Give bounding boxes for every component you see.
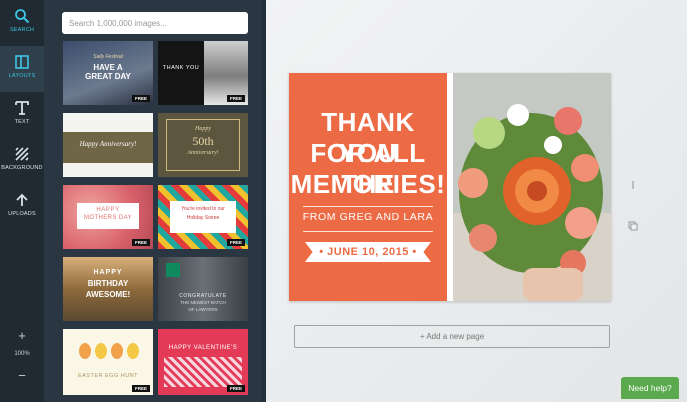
thumb-text: HAPPY xyxy=(96,207,120,213)
thumb-text: HAPPY VALENTINE'S xyxy=(168,345,238,351)
layout-thumb-50th-anniversary[interactable]: Happy 50th Anniversary! xyxy=(158,113,248,177)
thumb-text: Sally Festival xyxy=(93,54,123,60)
free-badge: FREE xyxy=(131,385,150,392)
layout-thumb-anniversary[interactable]: Happy Anniversary! xyxy=(63,113,153,177)
left-toolbar: SEARCH LAYOUTS TEXT BACKGROUND UPLOADS +… xyxy=(0,0,44,402)
zoom-out-button[interactable]: − xyxy=(12,366,32,386)
zoom-level: 100% xyxy=(14,351,30,357)
layout-thumb-holiday-soiree[interactable]: You're invited to our Holiday Soiree FRE… xyxy=(158,185,248,249)
tool-search[interactable]: SEARCH xyxy=(0,0,44,46)
design-page[interactable]: THANK YOU FOR ALL THE MEMORIES! FROM GRE… xyxy=(289,73,611,301)
thumb-text: BIRTHDAY xyxy=(87,279,129,288)
text-icon xyxy=(15,101,29,115)
divider-line xyxy=(303,231,433,232)
thumb-text: Happy Anniversary! xyxy=(79,140,137,148)
tool-search-label: SEARCH xyxy=(9,27,35,33)
egg-shape xyxy=(111,343,123,359)
tool-text[interactable]: TEXT xyxy=(0,92,44,138)
thumb-text: Anniversary! xyxy=(187,150,219,156)
page-up-icon[interactable] xyxy=(628,180,638,190)
layout-thumb-great-day[interactable]: Sally Festival HAVE A GREAT DAY FREE xyxy=(63,41,153,105)
tool-text-label: TEXT xyxy=(14,119,30,125)
design-heading-line-3[interactable]: MEMORIES! xyxy=(289,169,447,200)
tool-layouts-label: LAYOUTS xyxy=(8,73,36,79)
egg-shape xyxy=(127,343,139,359)
need-help-button[interactable]: Need help? xyxy=(621,377,679,399)
layouts-panel: Sally Festival HAVE A GREAT DAY FREE THA… xyxy=(44,0,266,402)
thumb-text: MOTHERS DAY xyxy=(84,215,132,221)
thumb-text: OF LAWYERS xyxy=(188,307,218,312)
layout-thumb-easter[interactable]: EASTER EGG HUNT FREE xyxy=(63,329,153,395)
thumb-text: CONGRATULATE xyxy=(179,293,227,299)
thumb-text: GREAT DAY xyxy=(85,72,131,81)
tool-uploads[interactable]: UPLOADS xyxy=(0,184,44,230)
background-icon xyxy=(15,147,29,161)
flower-bouquet-photo[interactable] xyxy=(453,73,611,301)
tool-background[interactable]: BACKGROUND xyxy=(0,138,44,184)
egg-shape xyxy=(79,343,91,359)
egg-shape xyxy=(95,343,107,359)
upload-arrow-icon xyxy=(16,193,28,206)
design-date-ribbon[interactable]: • JUNE 10, 2015 • xyxy=(305,242,431,262)
design-from-text[interactable]: FROM GREG AND LARA xyxy=(289,211,447,223)
layout-thumb-lawyers[interactable]: CONGRATULATE THE NEWEST BATCH OF LAWYERS xyxy=(158,257,248,321)
thumb-text: HAVE A xyxy=(93,63,123,72)
search-input[interactable] xyxy=(62,12,248,34)
bouquet-illustration xyxy=(453,73,611,301)
layout-thumb-valentines[interactable]: HAPPY VALENTINE'S FREE xyxy=(158,329,248,395)
tool-uploads-label: UPLOADS xyxy=(8,211,36,217)
thumb-pattern xyxy=(164,357,242,387)
free-badge: FREE xyxy=(226,239,245,246)
search-icon xyxy=(15,9,30,24)
thumb-text: THE NEWEST BATCH xyxy=(180,300,226,305)
thumb-text: AWESOME! xyxy=(85,290,131,299)
free-badge: FREE xyxy=(131,95,150,102)
thumb-text: EASTER EGG HUNT xyxy=(77,373,139,379)
thumb-text: 50th xyxy=(192,134,214,148)
layout-thumb-thank-you-bw[interactable]: THANK YOU FREE xyxy=(158,41,248,105)
tool-background-label: BACKGROUND xyxy=(1,165,43,171)
orange-text-block[interactable]: THANK YOU FOR ALL THE MEMORIES! FROM GRE… xyxy=(289,73,447,301)
thumb-text: HAPPY xyxy=(93,269,123,276)
thumb-logo-square xyxy=(166,263,180,277)
layout-thumb-mothers-day[interactable]: HAPPY MOTHERS DAY FREE xyxy=(63,185,153,249)
layout-thumb-birthday[interactable]: HAPPY BIRTHDAY AWESOME! xyxy=(63,257,153,321)
zoom-in-button[interactable]: + xyxy=(12,326,32,346)
thumb-text: You're invited to our xyxy=(181,206,225,212)
layouts-icon xyxy=(15,55,29,69)
tool-layouts[interactable]: LAYOUTS xyxy=(0,46,44,92)
free-badge: FREE xyxy=(131,239,150,246)
thumb-text: THANK YOU xyxy=(162,65,200,71)
thumb-text: Happy xyxy=(195,126,211,132)
free-badge: FREE xyxy=(226,95,245,102)
thumb-text: Holiday Soiree xyxy=(186,215,220,221)
copy-page-icon[interactable] xyxy=(628,221,638,231)
divider-line xyxy=(303,206,433,207)
free-badge: FREE xyxy=(226,385,245,392)
add-new-page-button[interactable]: + Add a new page xyxy=(294,325,610,348)
